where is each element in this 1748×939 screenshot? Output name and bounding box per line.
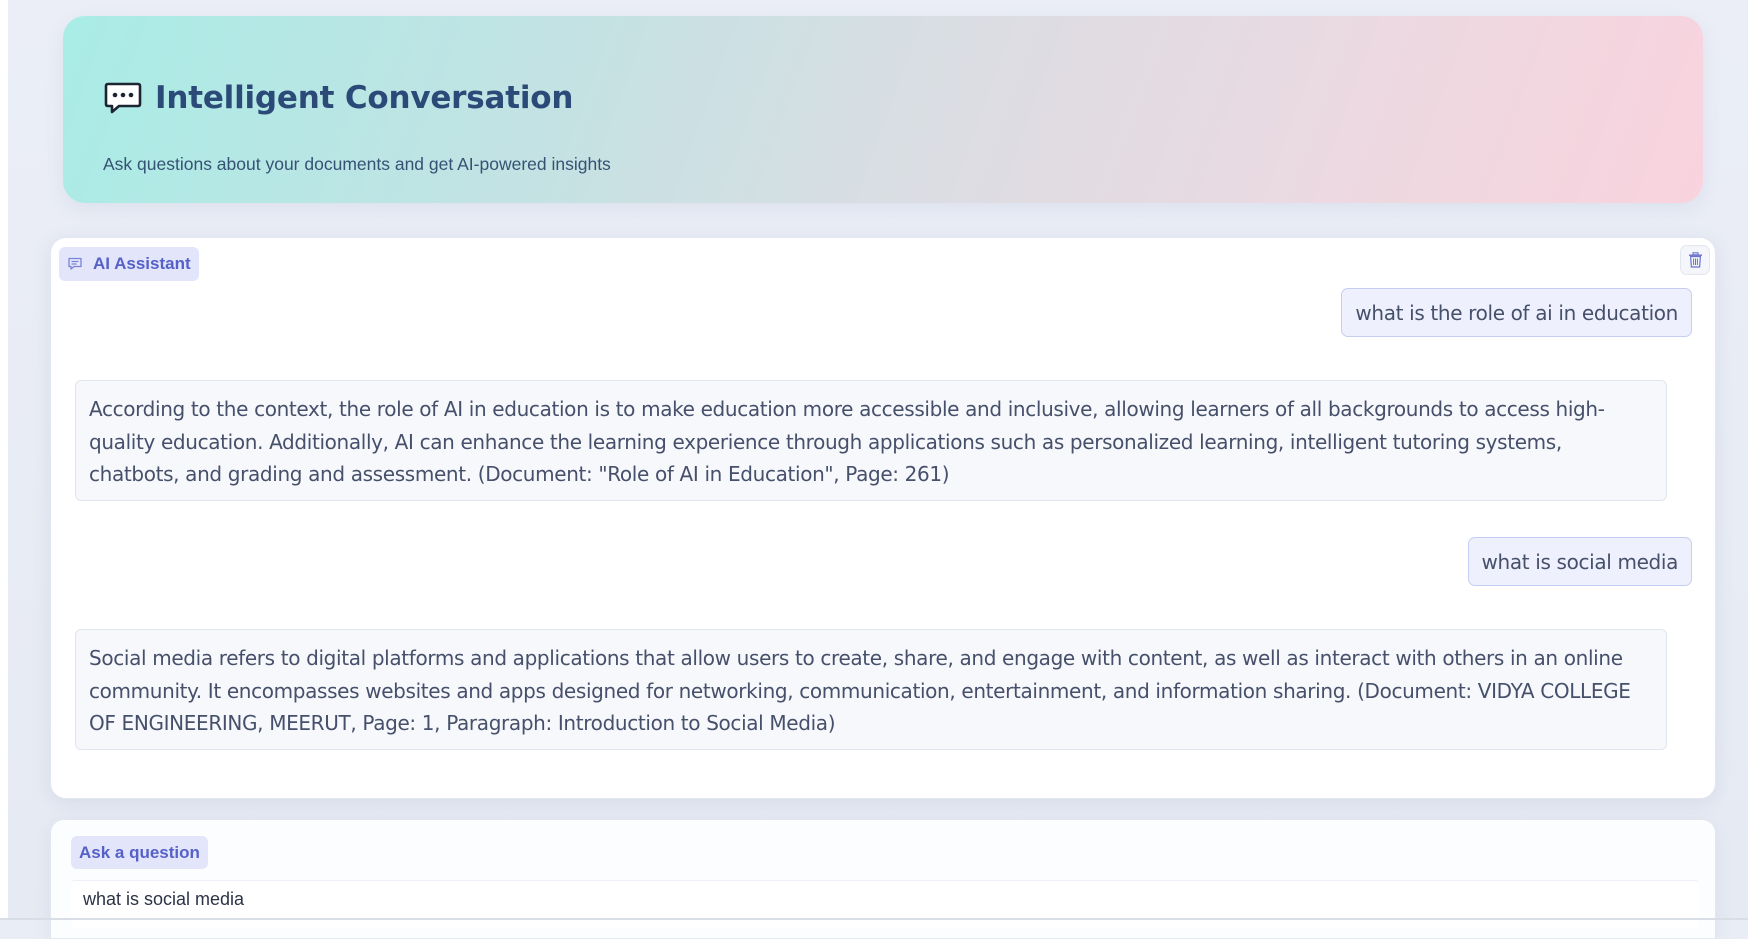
message-icon <box>68 257 82 270</box>
question-panel: Ask a question <box>50 819 1716 939</box>
header-title-row: Intelligent Conversation <box>103 76 573 120</box>
chat-panel: AI Assistant what is the role of ai in e… <box>50 237 1716 799</box>
page: Intelligent Conversation Ask questions a… <box>8 0 1748 939</box>
assistant-message: Social media refers to digital platforms… <box>75 629 1667 750</box>
user-message: what is social media <box>1467 537 1692 586</box>
assistant-badge: AI Assistant <box>59 247 199 281</box>
page-title: Intelligent Conversation <box>155 80 574 116</box>
chat-bubble-dots-icon <box>104 82 142 114</box>
header-banner: Intelligent Conversation Ask questions a… <box>63 16 1703 203</box>
ask-question-label: Ask a question <box>71 836 208 869</box>
assistant-label: AI Assistant <box>93 254 191 273</box>
window-edge <box>0 0 8 920</box>
assistant-message: According to the context, the role of AI… <box>75 380 1667 501</box>
user-message: what is the role of ai in education <box>1341 288 1692 337</box>
clear-chat-button[interactable] <box>1680 245 1710 275</box>
page-subtitle: Ask questions about your documents and g… <box>103 154 611 174</box>
question-input[interactable] <box>71 880 1699 928</box>
trash-icon <box>1688 252 1702 268</box>
